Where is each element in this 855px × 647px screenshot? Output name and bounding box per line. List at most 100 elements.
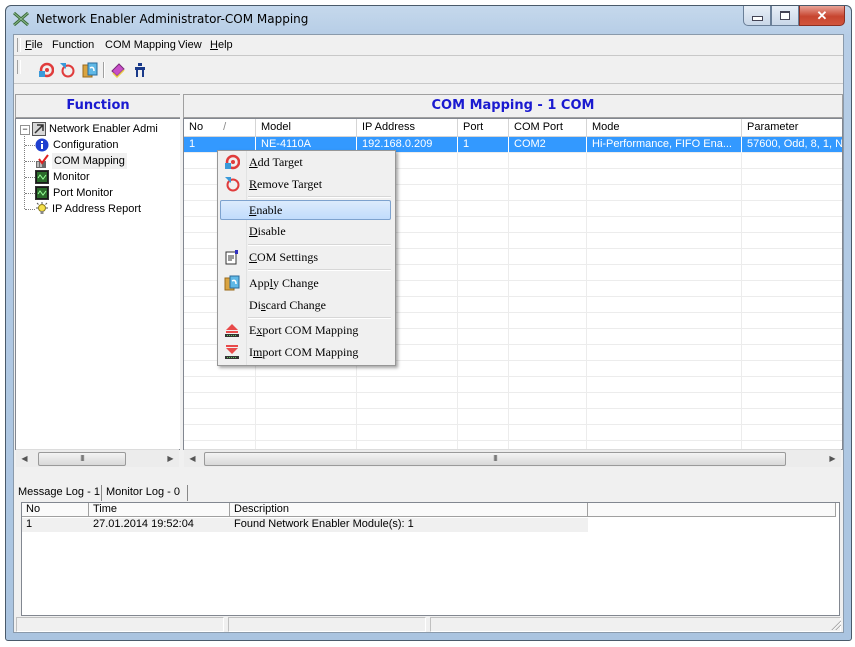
toolbar-remove-target-button[interactable] bbox=[58, 61, 76, 79]
status-bar bbox=[14, 617, 843, 632]
toolbar-exit-button[interactable] bbox=[131, 61, 149, 79]
toolbar-add-target-button[interactable] bbox=[37, 61, 55, 79]
column-header-port[interactable]: Port bbox=[458, 119, 509, 136]
menu-separator bbox=[248, 196, 391, 198]
menu-item-export-com-mapping[interactable]: Export COM Mapping bbox=[220, 320, 391, 340]
scroll-right-arrow-icon[interactable]: ▶ bbox=[824, 450, 841, 467]
log-header: No Time Description bbox=[22, 503, 836, 517]
menu-item-enable[interactable]: Enable bbox=[220, 200, 391, 220]
menubar-grip bbox=[17, 38, 21, 52]
maximize-button[interactable] bbox=[771, 6, 799, 26]
tree-item-monitor[interactable]: Monitor bbox=[16, 169, 180, 185]
menu-item-import-com-mapping[interactable]: Import COM Mapping bbox=[220, 342, 391, 362]
column-header-com-port[interactable]: COM Port bbox=[509, 119, 587, 136]
log-column-no[interactable]: No bbox=[22, 503, 89, 517]
collapse-icon[interactable]: − bbox=[20, 125, 30, 135]
empty-cell bbox=[458, 249, 509, 265]
menu-item-add-target[interactable]: Add Target bbox=[220, 152, 391, 172]
toolbar-help-button[interactable] bbox=[109, 61, 127, 79]
empty-cell bbox=[587, 169, 742, 185]
column-header-model[interactable]: Model bbox=[256, 119, 357, 136]
log-column-description[interactable]: Description bbox=[230, 503, 588, 517]
empty-cell bbox=[509, 217, 587, 233]
empty-cell bbox=[587, 201, 742, 217]
empty-cell bbox=[458, 377, 509, 393]
log-row[interactable]: 1 27.01.2014 19:52:04 Found Network Enab… bbox=[22, 518, 588, 532]
menu-file-rest: ile bbox=[31, 39, 43, 51]
function-tree[interactable]: − Network Enabler Admi Configuration COM… bbox=[15, 118, 181, 450]
empty-cell bbox=[458, 281, 509, 297]
empty-cell bbox=[742, 361, 842, 377]
toolbar bbox=[14, 57, 843, 84]
empty-cell bbox=[742, 329, 842, 345]
column-header-ip-address[interactable]: IP Address bbox=[357, 119, 458, 136]
tree-item-port-monitor[interactable]: Port Monitor bbox=[16, 185, 180, 201]
tab-monitor-log[interactable]: Monitor Log - 0 bbox=[106, 482, 180, 502]
column-header-mode[interactable]: Mode bbox=[587, 119, 742, 136]
status-pane-1 bbox=[16, 617, 224, 632]
log-cell-description: Found Network Enabler Module(s): 1 bbox=[234, 518, 414, 530]
tree-horizontal-scrollbar[interactable]: ◀ III ▶ bbox=[16, 449, 179, 467]
empty-cell bbox=[256, 425, 357, 441]
tree-item-configuration[interactable]: Configuration bbox=[16, 137, 180, 153]
tab-message-log[interactable]: Message Log - 1 bbox=[18, 482, 100, 502]
panel-splitter[interactable] bbox=[180, 94, 182, 466]
status-pane-2 bbox=[228, 617, 426, 632]
toolbar-apply-change-button[interactable] bbox=[81, 61, 99, 79]
menu-file[interactable]: File bbox=[25, 39, 43, 51]
app-window: Network Enabler Administrator-COM Mappin… bbox=[5, 5, 852, 641]
grid-horizontal-scrollbar[interactable]: ◀ III ▶ bbox=[184, 449, 841, 467]
menu-item-discard-change[interactable]: Discard Change bbox=[220, 295, 391, 315]
menu-com-mapping[interactable]: COM Mapping bbox=[105, 39, 176, 51]
empty-cell bbox=[256, 393, 357, 409]
menu-item-remove-target[interactable]: Remove Target bbox=[220, 174, 391, 194]
add-target-icon bbox=[225, 154, 240, 170]
tree-connector bbox=[25, 177, 35, 178]
apply-change-icon bbox=[82, 62, 98, 78]
monitor-icon bbox=[35, 170, 49, 184]
empty-cell bbox=[509, 233, 587, 249]
empty-cell bbox=[742, 313, 842, 329]
menu-function[interactable]: Function bbox=[52, 39, 94, 51]
status-pane-3 bbox=[430, 617, 841, 632]
log-column-empty bbox=[588, 503, 836, 517]
title-bar[interactable]: Network Enabler Administrator-COM Mappin… bbox=[6, 6, 851, 32]
tree-root[interactable]: − Network Enabler Admi bbox=[16, 121, 180, 137]
empty-cell bbox=[742, 233, 842, 249]
empty-cell bbox=[742, 265, 842, 281]
empty-cell bbox=[742, 217, 842, 233]
scroll-left-arrow-icon[interactable]: ◀ bbox=[16, 450, 33, 467]
empty-cell bbox=[742, 201, 842, 217]
empty-cell bbox=[587, 393, 742, 409]
empty-cell bbox=[458, 201, 509, 217]
empty-cell bbox=[184, 377, 256, 393]
menu-bar: File Function COM Mapping View Help bbox=[14, 35, 843, 56]
minimize-button[interactable] bbox=[743, 6, 771, 26]
empty-cell bbox=[458, 345, 509, 361]
scroll-right-arrow-icon[interactable]: ▶ bbox=[162, 450, 179, 467]
tree-item-com-mapping[interactable]: COM Mapping bbox=[16, 153, 180, 169]
close-button[interactable]: ✕ bbox=[799, 6, 845, 26]
column-header-parameter[interactable]: Parameter bbox=[742, 119, 842, 136]
menu-item-apply-change[interactable]: Apply Change bbox=[220, 273, 391, 293]
empty-cell bbox=[742, 281, 842, 297]
sort-ascending-icon: / bbox=[223, 121, 227, 133]
empty-cell bbox=[742, 393, 842, 409]
empty-cell bbox=[256, 377, 357, 393]
tree-item-label: IP Address Report bbox=[52, 203, 142, 215]
menu-item-com-settings[interactable]: COM Settings bbox=[220, 247, 391, 267]
menu-item-disable[interactable]: Disable bbox=[220, 221, 391, 241]
empty-cell bbox=[587, 153, 742, 169]
tree-item-ip-address-report[interactable]: IP Address Report bbox=[16, 201, 180, 217]
menu-help[interactable]: Help bbox=[210, 39, 233, 51]
message-log-list[interactable]: No Time Description 1 27.01.2014 19:52:0… bbox=[21, 502, 840, 616]
scrollbar-thumb[interactable]: III bbox=[204, 452, 786, 466]
empty-cell bbox=[587, 425, 742, 441]
scroll-left-arrow-icon[interactable]: ◀ bbox=[184, 450, 201, 467]
log-column-time[interactable]: Time bbox=[89, 503, 230, 517]
menu-view[interactable]: View bbox=[178, 39, 202, 51]
resize-grip-icon[interactable] bbox=[831, 620, 841, 630]
empty-cell bbox=[509, 425, 587, 441]
scrollbar-thumb[interactable]: III bbox=[38, 452, 126, 466]
column-header-no[interactable]: No / bbox=[184, 119, 256, 136]
